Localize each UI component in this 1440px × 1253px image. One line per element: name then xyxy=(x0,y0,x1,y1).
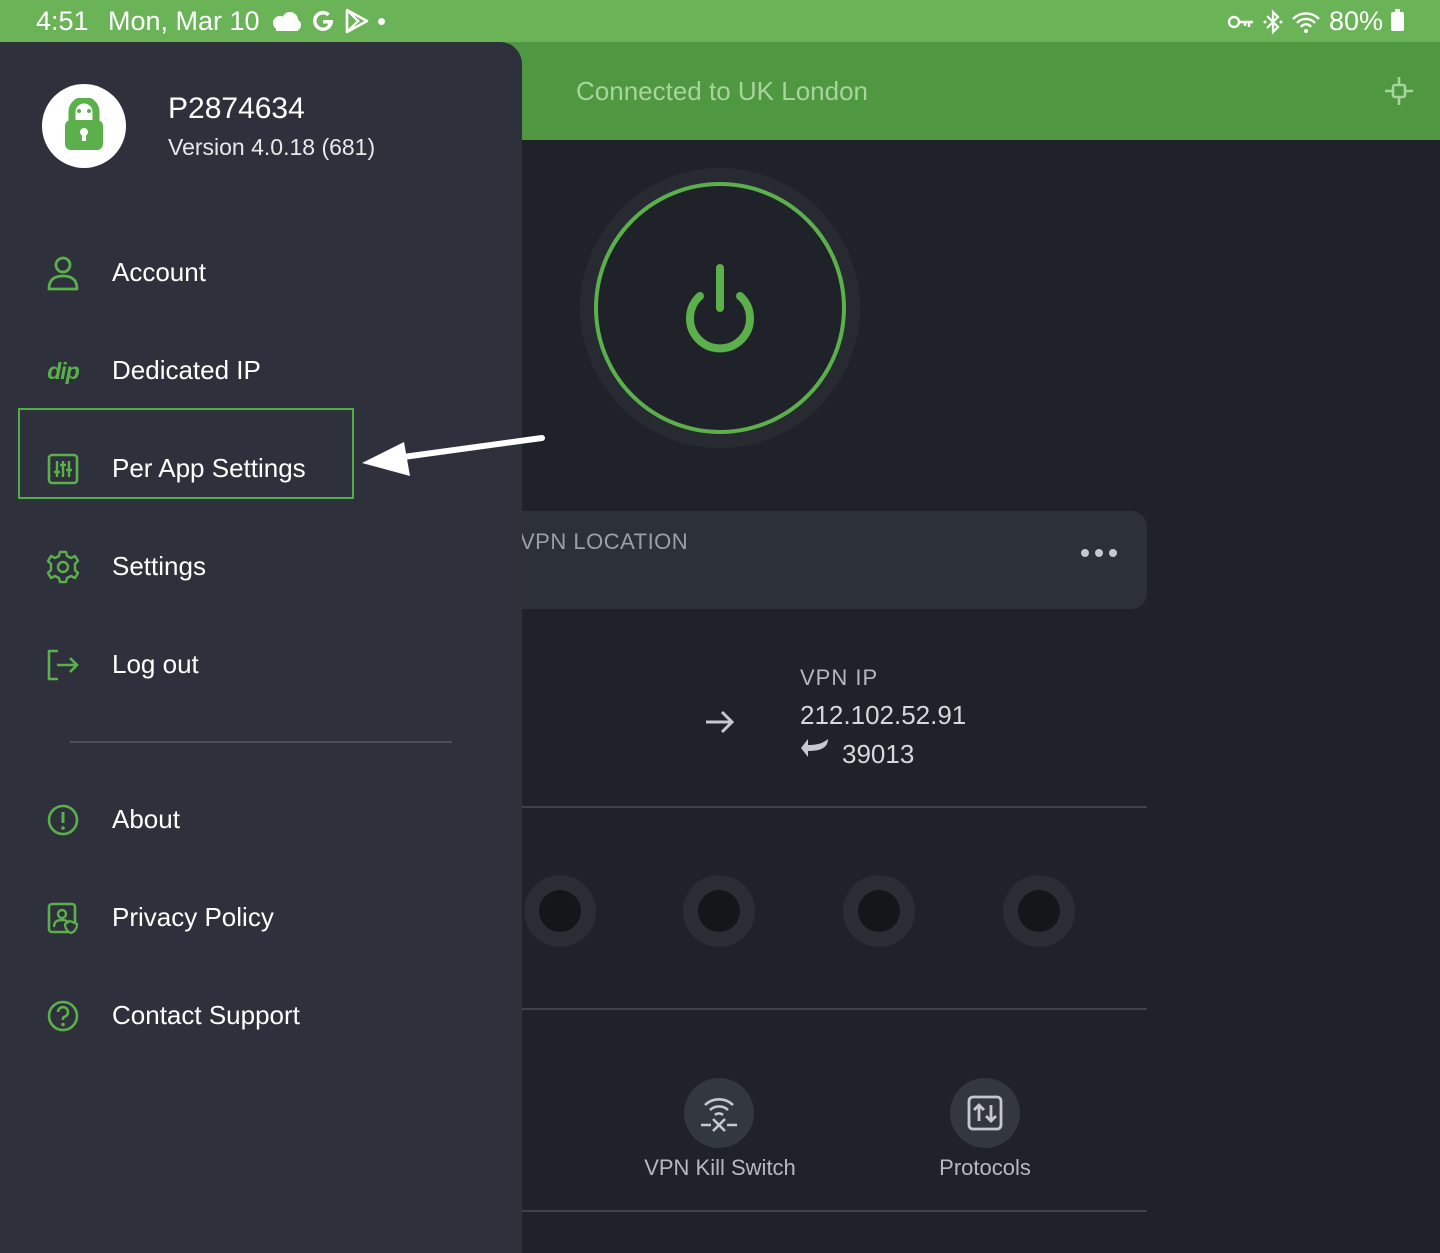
highlight-box xyxy=(18,408,354,499)
menu-label: Dedicated IP xyxy=(112,355,261,385)
menu-item-dedicated-ip[interactable]: dip Dedicated IP xyxy=(0,326,522,416)
usage-indicator xyxy=(683,875,755,947)
usage-indicator xyxy=(1003,875,1075,947)
vpn-location-label: VPN LOCATION xyxy=(520,529,689,554)
protocols-icon xyxy=(967,1095,1003,1131)
menu-item-log-out[interactable]: Log out xyxy=(0,620,522,710)
kill-switch-button[interactable] xyxy=(684,1078,754,1148)
dip-icon: dip xyxy=(47,357,79,384)
bluetooth-icon xyxy=(1263,8,1283,35)
menu-item-contact-support[interactable]: Contact Support xyxy=(0,971,522,1061)
person-icon xyxy=(44,254,82,292)
menu-item-settings[interactable]: Settings xyxy=(0,522,522,612)
vpn-key-icon xyxy=(1227,15,1253,28)
battery-percent: 80% xyxy=(1328,6,1383,36)
status-date: Mon, Mar 10 xyxy=(108,6,260,36)
kill-switch-label: VPN Kill Switch xyxy=(644,1155,796,1180)
vpn-ip-label: VPN IP xyxy=(800,665,879,690)
port-forward-icon xyxy=(801,739,828,757)
menu-label: About xyxy=(112,804,180,834)
menu-label: Privacy Policy xyxy=(112,902,274,932)
protocols-label: Protocols xyxy=(939,1155,1031,1180)
info-icon xyxy=(44,801,82,839)
app-version: Version 4.0.18 (681) xyxy=(168,134,376,160)
annotation-arrow-icon xyxy=(362,435,545,476)
notification-icons xyxy=(270,6,385,36)
system-icons: 80% xyxy=(1227,6,1404,37)
arrow-right-icon xyxy=(706,710,735,734)
connection-status: Connected to UK London xyxy=(576,76,868,106)
port-value: 39013 xyxy=(842,739,915,769)
network-icon[interactable] xyxy=(1382,74,1416,108)
logout-icon xyxy=(44,646,82,684)
divider xyxy=(522,806,1147,808)
menu-item-account[interactable]: Account xyxy=(0,228,522,318)
menu-label: Account xyxy=(112,257,206,287)
play-store-icon xyxy=(345,8,369,34)
wifi-icon xyxy=(1292,11,1320,33)
help-icon xyxy=(44,997,82,1035)
protocols-button[interactable] xyxy=(950,1078,1020,1148)
status-time: 4:51 xyxy=(36,6,89,36)
vpn-ip-value: 212.102.52.91 xyxy=(800,700,967,730)
google-icon xyxy=(313,10,333,31)
gear-icon xyxy=(44,548,82,586)
power-icon xyxy=(686,264,754,353)
menu-item-about[interactable]: About xyxy=(0,775,522,865)
menu-label: Log out xyxy=(112,649,199,679)
avatar xyxy=(42,84,126,168)
usage-indicator xyxy=(843,875,915,947)
menu-label: Contact Support xyxy=(112,1000,300,1030)
battery-icon xyxy=(1391,9,1404,31)
menu-label: Settings xyxy=(112,551,206,581)
vpn-location-card[interactable]: VPN LOCATION xyxy=(480,511,1147,609)
dot-icon xyxy=(378,17,385,25)
status-bar: 4:51 Mon, Mar 10 80% xyxy=(0,0,1440,42)
username: P2874634 xyxy=(168,92,305,125)
divider xyxy=(522,1210,1147,1212)
kill-switch-icon xyxy=(701,1098,737,1132)
usage-indicator xyxy=(524,875,596,947)
drawer-divider xyxy=(70,741,452,743)
divider xyxy=(522,1008,1147,1010)
privacy-icon xyxy=(44,899,82,937)
menu-item-privacy-policy[interactable]: Privacy Policy xyxy=(0,873,522,963)
pia-logo-icon xyxy=(65,98,103,150)
cloud-icon xyxy=(273,12,301,31)
more-options-icon[interactable] xyxy=(1081,549,1117,557)
